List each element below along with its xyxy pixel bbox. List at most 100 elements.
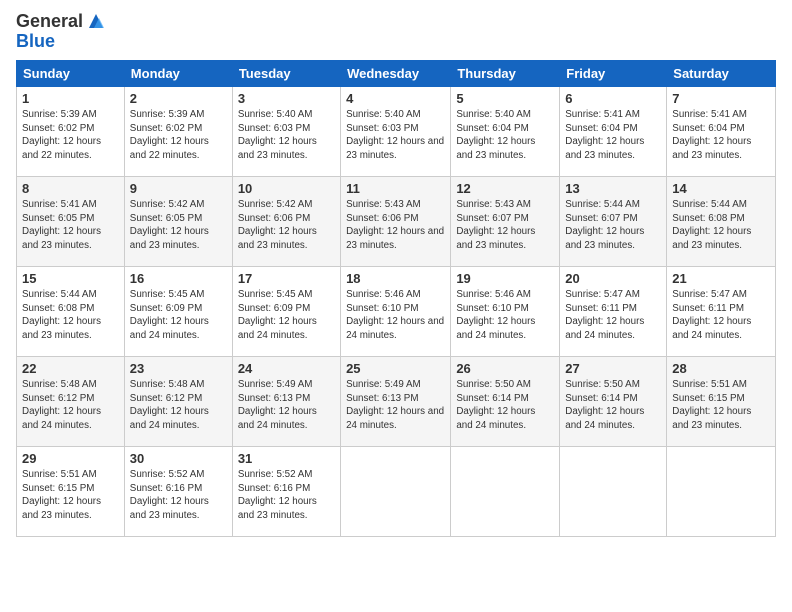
calendar-cell: 12 Sunrise: 5:43 AMSunset: 6:07 PMDayligh… xyxy=(451,176,560,266)
logo-text-blue: Blue xyxy=(16,32,107,52)
day-detail: Sunrise: 5:39 AMSunset: 6:02 PMDaylight:… xyxy=(22,109,101,161)
day-detail: Sunrise: 5:43 AMSunset: 6:07 PMDaylight:… xyxy=(456,199,535,251)
calendar-cell: 28 Sunrise: 5:51 AMSunset: 6:15 PMDayligh… xyxy=(667,356,776,446)
day-number: 12 xyxy=(456,181,554,196)
day-detail: Sunrise: 5:41 AMSunset: 6:04 PMDaylight:… xyxy=(672,109,751,161)
day-number: 2 xyxy=(130,91,227,106)
calendar-cell: 7 Sunrise: 5:41 AMSunset: 6:04 PMDaylight… xyxy=(667,86,776,176)
day-detail: Sunrise: 5:45 AMSunset: 6:09 PMDaylight:… xyxy=(238,289,317,341)
day-number: 31 xyxy=(238,451,335,466)
calendar-cell: 16 Sunrise: 5:45 AMSunset: 6:09 PMDayligh… xyxy=(124,266,232,356)
calendar-cell: 29Sunrise: 5:51 AMSunset: 6:15 PMDayligh… xyxy=(17,446,125,536)
calendar-cell: 25 Sunrise: 5:49 AMSunset: 6:13 PMDayligh… xyxy=(341,356,451,446)
day-detail: Sunrise: 5:50 AMSunset: 6:14 PMDaylight:… xyxy=(456,379,535,431)
calendar-cell: 11Sunrise: 5:43 AMSunset: 6:06 PMDayligh… xyxy=(341,176,451,266)
day-number: 25 xyxy=(346,361,445,376)
calendar-header-monday: Monday xyxy=(124,60,232,86)
day-detail: Sunrise: 5:49 AMSunset: 6:13 PMDaylight:… xyxy=(346,379,444,431)
day-detail: Sunrise: 5:41 AMSunset: 6:05 PMDaylight:… xyxy=(22,199,101,251)
day-detail: Sunrise: 5:40 AMSunset: 6:04 PMDaylight:… xyxy=(456,109,535,161)
calendar-cell: 3 Sunrise: 5:40 AMSunset: 6:03 PMDaylight… xyxy=(232,86,340,176)
calendar-cell: 26 Sunrise: 5:50 AMSunset: 6:14 PMDayligh… xyxy=(451,356,560,446)
day-detail: Sunrise: 5:50 AMSunset: 6:14 PMDaylight:… xyxy=(565,379,644,431)
day-number: 9 xyxy=(130,181,227,196)
day-number: 1 xyxy=(22,91,119,106)
day-number: 3 xyxy=(238,91,335,106)
day-number: 13 xyxy=(565,181,661,196)
calendar-cell: 2 Sunrise: 5:39 AMSunset: 6:02 PMDaylight… xyxy=(124,86,232,176)
day-number: 7 xyxy=(672,91,770,106)
page-container: General Blue SundayMondayTuesdayWednesda… xyxy=(0,0,792,547)
calendar-cell: 9 Sunrise: 5:42 AMSunset: 6:05 PMDaylight… xyxy=(124,176,232,266)
day-number: 17 xyxy=(238,271,335,286)
calendar-cell: 30 Sunrise: 5:52 AMSunset: 6:16 PMDayligh… xyxy=(124,446,232,536)
day-number: 26 xyxy=(456,361,554,376)
day-detail: Sunrise: 5:51 AMSunset: 6:15 PMDaylight:… xyxy=(22,469,101,521)
calendar-cell xyxy=(667,446,776,536)
calendar-header-wednesday: Wednesday xyxy=(341,60,451,86)
day-detail: Sunrise: 5:47 AMSunset: 6:11 PMDaylight:… xyxy=(672,289,751,341)
day-detail: Sunrise: 5:47 AMSunset: 6:11 PMDaylight:… xyxy=(565,289,644,341)
day-detail: Sunrise: 5:48 AMSunset: 6:12 PMDaylight:… xyxy=(22,379,101,431)
day-detail: Sunrise: 5:52 AMSunset: 6:16 PMDaylight:… xyxy=(238,469,317,521)
day-detail: Sunrise: 5:52 AMSunset: 6:16 PMDaylight:… xyxy=(130,469,209,521)
calendar-header-row: SundayMondayTuesdayWednesdayThursdayFrid… xyxy=(17,60,776,86)
calendar-cell: 15 Sunrise: 5:44 AMSunset: 6:08 PMDayligh… xyxy=(17,266,125,356)
calendar-week-4: 22Sunrise: 5:48 AMSunset: 6:12 PMDayligh… xyxy=(17,356,776,446)
calendar-cell: 22Sunrise: 5:48 AMSunset: 6:12 PMDayligh… xyxy=(17,356,125,446)
calendar-week-5: 29Sunrise: 5:51 AMSunset: 6:15 PMDayligh… xyxy=(17,446,776,536)
calendar-cell: 8 Sunrise: 5:41 AMSunset: 6:05 PMDaylight… xyxy=(17,176,125,266)
day-detail: Sunrise: 5:44 AMSunset: 6:08 PMDaylight:… xyxy=(672,199,751,251)
day-number: 16 xyxy=(130,271,227,286)
day-number: 8 xyxy=(22,181,119,196)
day-number: 24 xyxy=(238,361,335,376)
calendar-cell xyxy=(560,446,667,536)
day-number: 14 xyxy=(672,181,770,196)
day-number: 18 xyxy=(346,271,445,286)
calendar-cell: 20 Sunrise: 5:47 AMSunset: 6:11 PMDayligh… xyxy=(560,266,667,356)
day-number: 5 xyxy=(456,91,554,106)
calendar-cell: 17 Sunrise: 5:45 AMSunset: 6:09 PMDayligh… xyxy=(232,266,340,356)
calendar-week-1: 1 Sunrise: 5:39 AMSunset: 6:02 PMDaylight… xyxy=(17,86,776,176)
calendar-header-sunday: Sunday xyxy=(17,60,125,86)
day-detail: Sunrise: 5:40 AMSunset: 6:03 PMDaylight:… xyxy=(238,109,317,161)
day-number: 15 xyxy=(22,271,119,286)
day-number: 23 xyxy=(130,361,227,376)
calendar-week-3: 15 Sunrise: 5:44 AMSunset: 6:08 PMDayligh… xyxy=(17,266,776,356)
calendar-cell: 23Sunrise: 5:48 AMSunset: 6:12 PMDayligh… xyxy=(124,356,232,446)
calendar-cell: 21 Sunrise: 5:47 AMSunset: 6:11 PMDayligh… xyxy=(667,266,776,356)
day-detail: Sunrise: 5:46 AMSunset: 6:10 PMDaylight:… xyxy=(346,289,444,341)
day-number: 4 xyxy=(346,91,445,106)
header: General Blue xyxy=(16,12,776,52)
day-number: 28 xyxy=(672,361,770,376)
day-number: 21 xyxy=(672,271,770,286)
day-detail: Sunrise: 5:49 AMSunset: 6:13 PMDaylight:… xyxy=(238,379,317,431)
day-detail: Sunrise: 5:42 AMSunset: 6:05 PMDaylight:… xyxy=(130,199,209,251)
calendar-header-friday: Friday xyxy=(560,60,667,86)
calendar-cell: 18 Sunrise: 5:46 AMSunset: 6:10 PMDayligh… xyxy=(341,266,451,356)
day-detail: Sunrise: 5:44 AMSunset: 6:07 PMDaylight:… xyxy=(565,199,644,251)
day-number: 10 xyxy=(238,181,335,196)
day-detail: Sunrise: 5:51 AMSunset: 6:15 PMDaylight:… xyxy=(672,379,751,431)
calendar-cell: 10Sunrise: 5:42 AMSunset: 6:06 PMDayligh… xyxy=(232,176,340,266)
calendar-cell: 1 Sunrise: 5:39 AMSunset: 6:02 PMDaylight… xyxy=(17,86,125,176)
day-detail: Sunrise: 5:43 AMSunset: 6:06 PMDaylight:… xyxy=(346,199,444,251)
day-detail: Sunrise: 5:44 AMSunset: 6:08 PMDaylight:… xyxy=(22,289,101,341)
calendar-cell: 19 Sunrise: 5:46 AMSunset: 6:10 PMDayligh… xyxy=(451,266,560,356)
day-number: 27 xyxy=(565,361,661,376)
day-number: 19 xyxy=(456,271,554,286)
calendar-header-tuesday: Tuesday xyxy=(232,60,340,86)
logo-icon xyxy=(85,10,107,32)
day-number: 30 xyxy=(130,451,227,466)
day-detail: Sunrise: 5:41 AMSunset: 6:04 PMDaylight:… xyxy=(565,109,644,161)
day-detail: Sunrise: 5:45 AMSunset: 6:09 PMDaylight:… xyxy=(130,289,209,341)
calendar-cell: 24 Sunrise: 5:49 AMSunset: 6:13 PMDayligh… xyxy=(232,356,340,446)
day-number: 20 xyxy=(565,271,661,286)
calendar-table: SundayMondayTuesdayWednesdayThursdayFrid… xyxy=(16,60,776,537)
calendar-cell: 13 Sunrise: 5:44 AMSunset: 6:07 PMDayligh… xyxy=(560,176,667,266)
day-detail: Sunrise: 5:39 AMSunset: 6:02 PMDaylight:… xyxy=(130,109,209,161)
logo-text-general: General xyxy=(16,12,83,32)
day-detail: Sunrise: 5:46 AMSunset: 6:10 PMDaylight:… xyxy=(456,289,535,341)
calendar-cell xyxy=(341,446,451,536)
calendar-header-saturday: Saturday xyxy=(667,60,776,86)
